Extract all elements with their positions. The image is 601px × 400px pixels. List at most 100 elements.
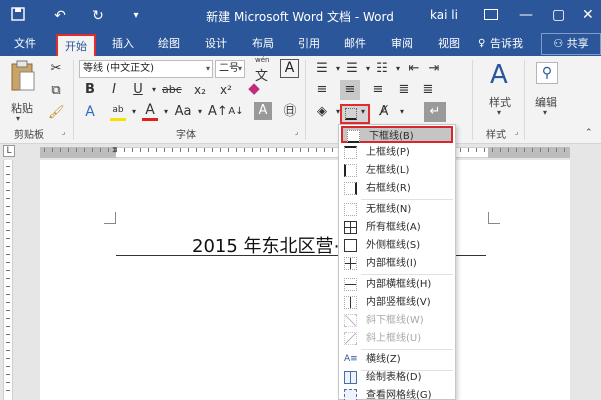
- minimize-icon[interactable]: —: [519, 6, 533, 24]
- chinese-layout-chevron-icon[interactable]: ▾: [394, 104, 410, 120]
- paste-chevron-icon[interactable]: ▾: [16, 114, 20, 123]
- ruler-tick: [156, 148, 157, 152]
- menu-item-draw-table[interactable]: 绘制表格(D): [340, 369, 454, 386]
- menu-item-no-border[interactable]: 无框线(N): [340, 201, 454, 218]
- styles-icon[interactable]: A: [490, 60, 508, 90]
- ruler-tick: [6, 366, 10, 367]
- tab-references[interactable]: 引用: [298, 36, 320, 52]
- menu-item-view-gridlines[interactable]: 查看网格线(G): [340, 387, 454, 400]
- editing-chevron-icon[interactable]: ▾: [543, 108, 547, 117]
- underline-icon[interactable]: U: [130, 82, 146, 98]
- outside-borders-icon: [344, 239, 357, 252]
- redo-icon[interactable]: ↻: [90, 7, 106, 25]
- highlight-icon[interactable]: ab: [110, 102, 126, 118]
- ruler-tick: [556, 148, 557, 152]
- highlight-color-swatch: [110, 118, 126, 121]
- align-left-icon[interactable]: ≡: [314, 82, 330, 98]
- shrink-font-icon[interactable]: A↓: [228, 104, 244, 120]
- menu-item-horizontal-line[interactable]: A≡ 横线(Z): [340, 351, 454, 368]
- tab-home[interactable]: 开始: [56, 34, 96, 56]
- multilevel-list-icon[interactable]: ☷: [374, 61, 390, 77]
- ribbon-display-icon[interactable]: [484, 9, 498, 20]
- italic-icon[interactable]: I: [106, 82, 122, 98]
- bullets-icon[interactable]: ☰: [314, 61, 330, 77]
- borders-button[interactable]: ▾: [340, 104, 370, 124]
- character-border-icon[interactable]: A: [280, 59, 299, 78]
- enclose-characters-icon[interactable]: ㊐: [282, 104, 298, 120]
- save-icon[interactable]: [10, 7, 26, 25]
- underline-chevron-icon[interactable]: ▾: [146, 82, 162, 98]
- grow-font-icon[interactable]: A↑: [208, 104, 228, 120]
- ruler-tick: [6, 238, 10, 239]
- font-size-select[interactable]: 二号 ▾: [215, 60, 245, 78]
- chinese-layout-icon[interactable]: A̸: [376, 104, 392, 120]
- paste-label[interactable]: 粘贴: [11, 100, 33, 116]
- menu-item-outside-borders[interactable]: 外侧框线(S): [340, 237, 454, 254]
- tab-review[interactable]: 审阅: [391, 36, 413, 52]
- tab-mailings[interactable]: 邮件: [344, 36, 366, 52]
- cut-icon[interactable]: ✂: [48, 61, 64, 77]
- clipboard-launcher-icon[interactable]: ⌟: [62, 128, 65, 136]
- customize-toolbar-icon[interactable]: ▾: [130, 7, 142, 25]
- change-case-chevron-icon[interactable]: ▾: [192, 104, 208, 120]
- bold-icon[interactable]: B: [82, 82, 98, 98]
- justify-icon[interactable]: ≣: [396, 82, 412, 98]
- close-icon[interactable]: ✕: [582, 6, 594, 24]
- menu-item-diagonal-down-border[interactable]: 斜下框线(W): [340, 312, 454, 329]
- menu-item-inside-vertical-border[interactable]: 内部竖框线(V): [340, 294, 454, 311]
- strikethrough-icon[interactable]: abc: [162, 82, 182, 98]
- change-case-icon[interactable]: Aa: [172, 104, 194, 120]
- font-name-select[interactable]: 等线 (中文正文) ▾: [79, 60, 213, 78]
- menu-item-inside-horizontal-border[interactable]: 内部横框线(H): [340, 276, 454, 293]
- ruler-tick: [6, 206, 10, 207]
- tab-design[interactable]: 设计: [205, 36, 227, 52]
- tab-selector-icon[interactable]: L: [3, 145, 15, 157]
- font-color-icon[interactable]: A: [142, 102, 158, 118]
- format-painter-icon[interactable]: 🖌: [48, 105, 65, 121]
- tab-draw[interactable]: 绘图: [158, 36, 180, 52]
- menu-item-diagonal-up-border[interactable]: 斜上框线(U): [340, 330, 454, 347]
- tab-tell-me[interactable]: 告诉我: [490, 36, 523, 52]
- decrease-indent-icon[interactable]: ⇤: [406, 61, 422, 77]
- tab-file[interactable]: 文件: [14, 36, 36, 52]
- show-paragraph-marks-icon[interactable]: ↵: [424, 102, 446, 122]
- menu-item-all-borders[interactable]: 所有框线(A): [340, 219, 454, 236]
- tell-me-icon[interactable]: ♀: [478, 36, 485, 52]
- styles-chevron-icon[interactable]: ▾: [497, 108, 501, 117]
- ruler-tick: [252, 148, 253, 152]
- tab-view[interactable]: 视图: [438, 36, 460, 52]
- shading-icon[interactable]: ◈: [314, 104, 330, 120]
- maximize-icon[interactable]: ▢: [552, 6, 565, 24]
- character-shading-icon[interactable]: A: [254, 102, 272, 120]
- copy-icon[interactable]: ⧉: [48, 83, 64, 99]
- align-right-icon[interactable]: ≡: [370, 82, 386, 98]
- styles-launcher-icon[interactable]: ⌟: [515, 128, 518, 136]
- search-icon[interactable]: ⚲: [536, 62, 558, 84]
- paste-icon[interactable]: [10, 60, 36, 97]
- menu-item-bottom-border[interactable]: 下框线(B): [341, 126, 453, 143]
- clear-formatting-icon[interactable]: ◆: [246, 80, 262, 96]
- multilevel-list-chevron-icon[interactable]: ▾: [390, 61, 406, 77]
- subscript-icon[interactable]: x₂: [192, 82, 208, 98]
- menu-item-top-border[interactable]: 上框线(P): [340, 144, 454, 161]
- collapse-ribbon-icon[interactable]: ⌃: [585, 128, 593, 138]
- vertical-ruler-strip[interactable]: [3, 160, 13, 400]
- highlight-chevron-icon[interactable]: ▾: [126, 104, 142, 120]
- tab-layout[interactable]: 布局: [252, 36, 274, 52]
- user-name[interactable]: kai li: [430, 8, 458, 22]
- document-page[interactable]: 2015 年东北区营⋯: [40, 160, 570, 400]
- share-button[interactable]: ⚇ 共享: [541, 33, 601, 55]
- font-launcher-icon[interactable]: ⌟: [295, 128, 298, 136]
- undo-icon[interactable]: ↶: [52, 7, 68, 25]
- distributed-icon[interactable]: ≣: [420, 82, 436, 98]
- superscript-icon[interactable]: x²: [218, 82, 234, 98]
- menu-item-inside-borders[interactable]: 内部框线(I): [340, 255, 454, 272]
- ruler-tick: [276, 148, 277, 152]
- increase-indent-icon[interactable]: ⇥: [426, 61, 442, 77]
- align-center-icon[interactable]: ≡: [340, 80, 360, 100]
- tab-insert[interactable]: 插入: [112, 36, 134, 52]
- menu-item-left-border[interactable]: 左框线(L): [340, 162, 454, 179]
- menu-item-right-border[interactable]: 右框线(R): [340, 180, 454, 197]
- numbering-icon[interactable]: ☰: [344, 61, 360, 77]
- text-effects-icon[interactable]: A: [82, 104, 98, 120]
